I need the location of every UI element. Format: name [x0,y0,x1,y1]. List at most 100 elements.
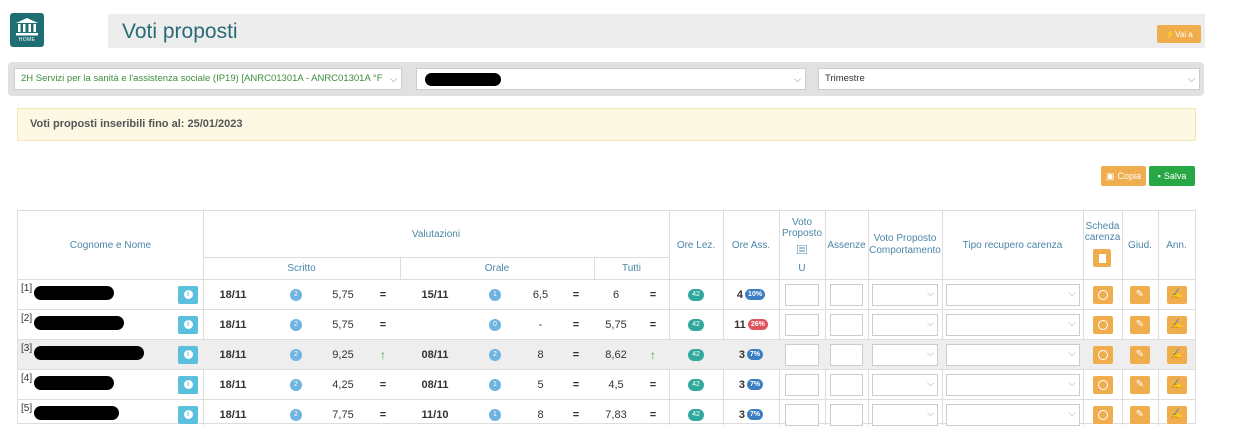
copy-label: Copia [1117,171,1142,181]
tipo-recupero-select[interactable]: ⌵ [945,403,1080,426]
scheda-carenza-button[interactable] [1093,249,1111,267]
giudizio-button[interactable]: ✎ [1130,345,1150,364]
ore-assenza: 11 [734,318,746,331]
scheda-carenza-row-button[interactable] [1092,375,1113,394]
orale-trend: = [572,408,580,421]
annotazione-button[interactable]: ✍ [1166,375,1187,394]
gavel-icon: ✎ [1135,349,1145,360]
voto-proposto-input[interactable] [785,283,819,306]
smiley-icon [1097,349,1108,360]
comportamento-select[interactable]: ⌵ [872,343,938,366]
header-name[interactable]: Cognome e Nome [18,211,203,279]
row-index: [3] [21,343,33,354]
chevron-down-icon: ⌵ [927,347,934,358]
voto-proposto-input[interactable] [785,373,819,396]
vai-a-button[interactable]: ⚡ Vai a [1157,25,1201,43]
tipo-recupero-select[interactable]: ⌵ [945,343,1080,366]
orale-average: 8 [537,348,544,361]
voto-proposto-input[interactable] [785,343,819,366]
annotazione-button[interactable]: ✍ [1166,315,1187,334]
period-select[interactable]: Trimestre ⌵ [818,68,1200,90]
header-ann: Ann. [1166,239,1187,251]
info-icon: i [183,380,193,389]
tipo-recupero-select[interactable]: ⌵ [945,313,1080,336]
student-info-button[interactable]: i [178,345,198,364]
tutti-average: 5,75 [605,318,627,331]
assenze-input[interactable] [830,283,863,306]
assenze-input[interactable] [830,373,863,396]
comportamento-select[interactable]: ⌵ [872,373,938,396]
scheda-carenza-row-button[interactable] [1092,285,1113,304]
save-button[interactable]: ▪ Salva [1149,166,1195,186]
student-info-button[interactable]: i [178,285,198,304]
orale-average: - [538,318,543,331]
annotazione-button[interactable]: ✍ [1166,345,1187,364]
assenze-input[interactable] [830,313,863,336]
filter-bar: 2H Servizi per la sanità e l'assistenza … [8,62,1204,96]
subject-select[interactable]: ⌵ [416,68,806,90]
row-index: [2] [21,313,33,324]
scritto-trend: ↑ [380,347,386,362]
giudizio-button[interactable]: ✎ [1130,285,1150,304]
home-button[interactable]: HOME [10,13,44,47]
scheda-carenza-row-button[interactable] [1092,345,1113,364]
scritto-count-badge[interactable]: 2 [290,408,302,421]
info-icon: i [183,350,193,359]
chevron-down-icon: ⌵ [1068,317,1076,328]
list-icon[interactable] [793,243,811,255]
orale-count-badge[interactable]: 2 [489,348,501,361]
assenza-percent-badge: 7% [747,379,764,390]
annotazione-button[interactable]: ✍ [1166,405,1187,424]
scheda-carenza-row-button[interactable] [1092,315,1113,334]
scheda-carenza-row-button[interactable] [1092,405,1113,424]
orale-count-badge[interactable]: 0 [489,318,501,331]
table-row: [1] i 18/11 2 5,75 = 15/11 1 6,5 = 6 = 4… [18,279,1195,309]
ore-lezione-badge: 42 [688,378,704,391]
scritto-trend: = [379,288,387,301]
tipo-recupero-select[interactable]: ⌵ [945,373,1080,396]
ore-assenza: 3 [738,348,745,361]
gavel-icon: ✎ [1135,319,1145,330]
lightning-icon: ⚡ [1165,29,1176,39]
orale-average: 6,5 [532,288,549,301]
comportamento-select[interactable]: ⌵ [872,403,938,426]
bank-icon [16,17,38,35]
assenze-input[interactable] [830,403,863,426]
student-info-button[interactable]: i [178,315,198,334]
scritto-average: 5,75 [332,288,354,301]
tipo-recupero-select[interactable]: ⌵ [945,283,1080,306]
copy-button[interactable]: ▣ Copia [1101,166,1146,186]
giudizio-button[interactable]: ✎ [1130,315,1150,334]
chevron-down-icon: ⌵ [1068,287,1076,298]
comportamento-select[interactable]: ⌵ [872,283,938,306]
assenza-percent-badge: 10% [745,289,766,300]
class-select[interactable]: 2H Servizi per la sanità e l'assistenza … [14,68,402,90]
scritto-count-badge[interactable]: 2 [290,318,302,331]
comportamento-select[interactable]: ⌵ [872,313,938,336]
gavel-icon: ✎ [1135,289,1145,300]
scritto-date: 18/11 [219,348,247,361]
orale-count-badge[interactable]: 1 [489,378,501,391]
smiley-icon [1097,289,1108,300]
assenza-percent-badge: 26% [747,319,768,330]
orale-count-badge[interactable]: 1 [489,288,501,301]
student-info-button[interactable]: i [178,405,198,424]
chevron-down-icon: ⌵ [927,317,934,328]
orale-average: 8 [537,408,544,421]
header-giud: Giud. [1128,239,1152,251]
voto-proposto-input[interactable] [785,313,819,336]
orale-trend: = [572,378,580,391]
giudizio-button[interactable]: ✎ [1130,375,1150,394]
voto-proposto-input[interactable] [785,403,819,426]
header-orale: Orale [484,262,510,274]
orale-count-badge[interactable]: 1 [489,408,501,421]
scritto-count-badge[interactable]: 2 [290,288,302,301]
giudizio-button[interactable]: ✎ [1130,405,1150,424]
scritto-count-badge[interactable]: 2 [290,378,302,391]
assenze-input[interactable] [830,343,863,366]
student-info-button[interactable]: i [178,375,198,394]
redacted-student-name [34,286,114,300]
save-label: Salva [1163,171,1187,181]
scritto-count-badge[interactable]: 2 [290,348,302,361]
annotazione-button[interactable]: ✍ [1166,285,1187,304]
